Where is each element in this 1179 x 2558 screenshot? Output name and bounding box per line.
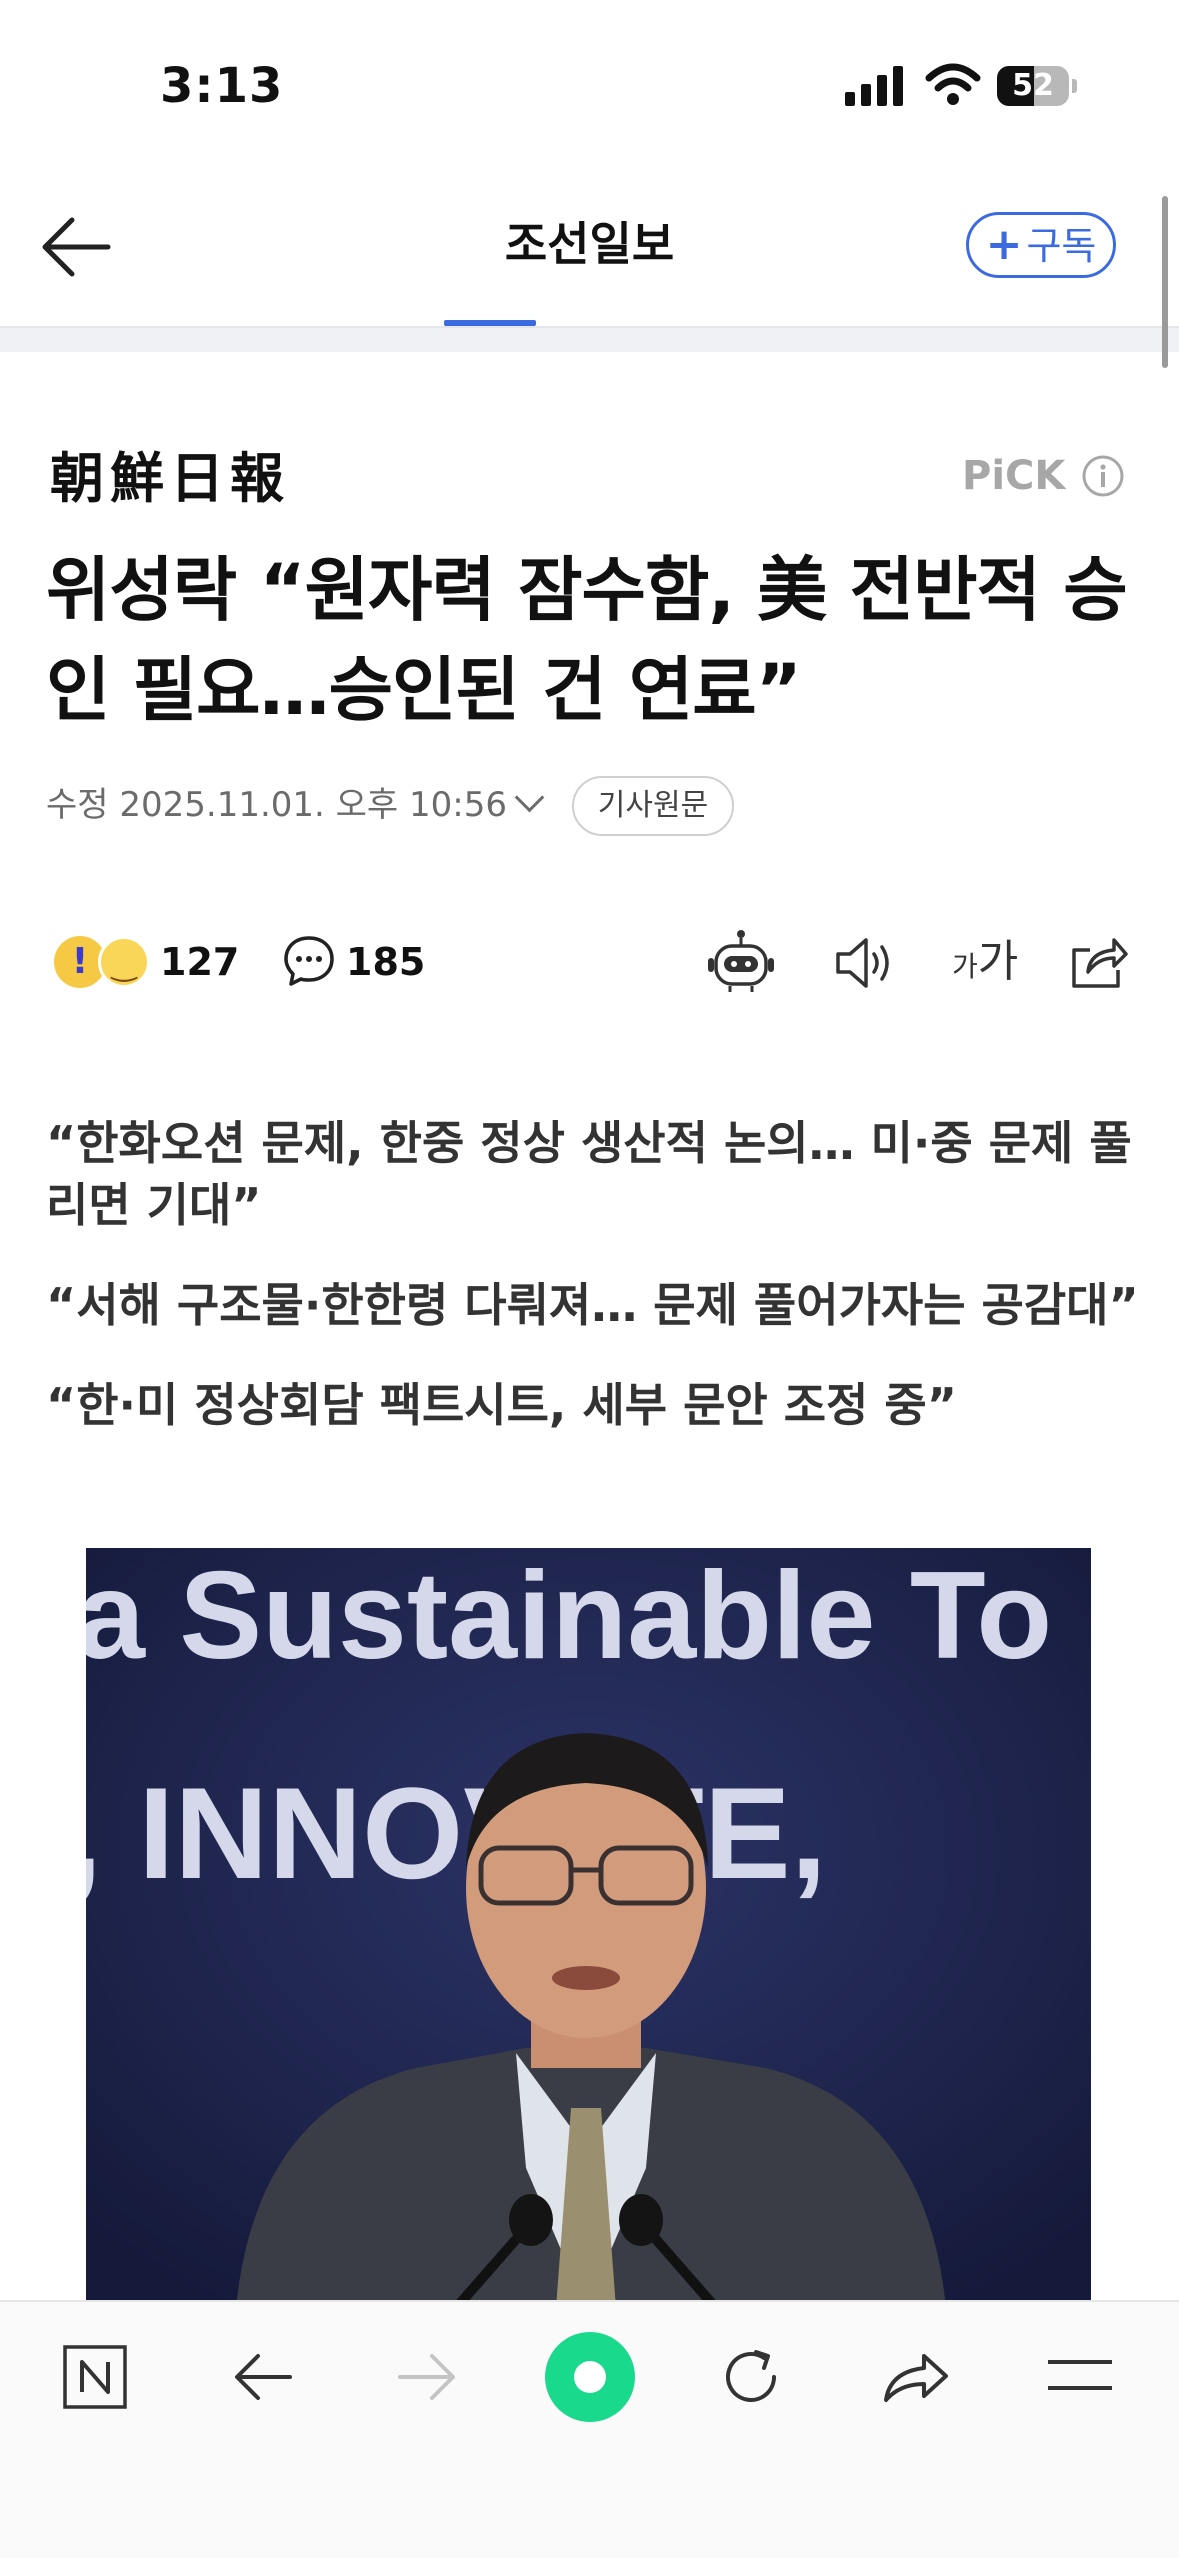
share-icon[interactable] — [1068, 932, 1130, 992]
plus-icon: + — [985, 219, 1023, 270]
comment-count[interactable]: 185 — [346, 934, 425, 990]
reaction-count[interactable]: 127 — [160, 934, 239, 990]
font-big-label: 가 — [977, 936, 1019, 987]
share-forward-icon[interactable] — [880, 2346, 952, 2408]
status-bar: 3:13 52 — [0, 0, 1179, 170]
article-photo[interactable]: a Sustainable To , INNOVATE, — [86, 1548, 1091, 2308]
wifi-icon — [925, 63, 981, 105]
font-small-label: 가 — [952, 950, 978, 983]
original-article-button[interactable]: 기사원문 — [572, 776, 734, 836]
menu-icon[interactable] — [1046, 2354, 1114, 2398]
forward-icon[interactable] — [394, 2346, 460, 2408]
battery-percent: 52 — [1012, 68, 1054, 103]
info-icon[interactable] — [1081, 454, 1125, 498]
scrollbar[interactable] — [1162, 196, 1168, 368]
summary-line: “한화오션 문제, 한중 정상 생산적 논의… 미·중 문제 풀리면 기대” — [46, 1116, 1132, 1232]
article-date-text: 수정 2025.11.01. 오후 10:56 — [46, 785, 508, 825]
photo-banner-line2: , INNOVATE, — [86, 1760, 827, 1906]
photo-banner-line1: a Sustainable To — [86, 1548, 1052, 1685]
article-headline: 위성락 “원자력 잠수함, 美 전반적 승인 필요…승인된 건 연료” — [46, 549, 1128, 731]
robot-icon[interactable] — [706, 928, 776, 998]
subscribe-button[interactable]: + 구독 — [966, 212, 1116, 278]
article-summary: “한화오션 문제, 한중 정상 생산적 논의… 미·중 문제 풀리면 기대” “… — [46, 1112, 1146, 1474]
section-divider — [0, 328, 1179, 352]
naver-n-icon[interactable] — [62, 2344, 128, 2410]
comment-icon[interactable] — [282, 934, 336, 988]
home-button[interactable] — [545, 2332, 635, 2422]
speaker-icon[interactable] — [832, 932, 896, 994]
status-time: 3:13 — [160, 58, 284, 114]
back-icon[interactable] — [230, 2346, 296, 2408]
subscribe-label: 구독 — [1026, 224, 1097, 268]
font-size-button[interactable]: 가가 — [952, 932, 1018, 997]
summary-line: “한·미 정상회담 팩트시트, 세부 문안 조정 중” — [46, 1378, 957, 1432]
press-logo[interactable]: 朝鮮日報 — [50, 446, 290, 510]
battery-icon: 52 — [997, 66, 1077, 106]
pick-badge: PiCK — [962, 453, 1066, 499]
article-date[interactable]: 수정 2025.11.01. 오후 10:56 — [46, 780, 545, 830]
smile-emoji-icon[interactable] — [98, 936, 150, 989]
refresh-icon[interactable] — [718, 2344, 784, 2410]
summary-line: “서해 구조물·한한령 다뤄져… 문제 풀어가자는 공감대” — [46, 1278, 1139, 1332]
signal-icon — [845, 66, 903, 106]
chevron-down-icon — [514, 782, 545, 813]
